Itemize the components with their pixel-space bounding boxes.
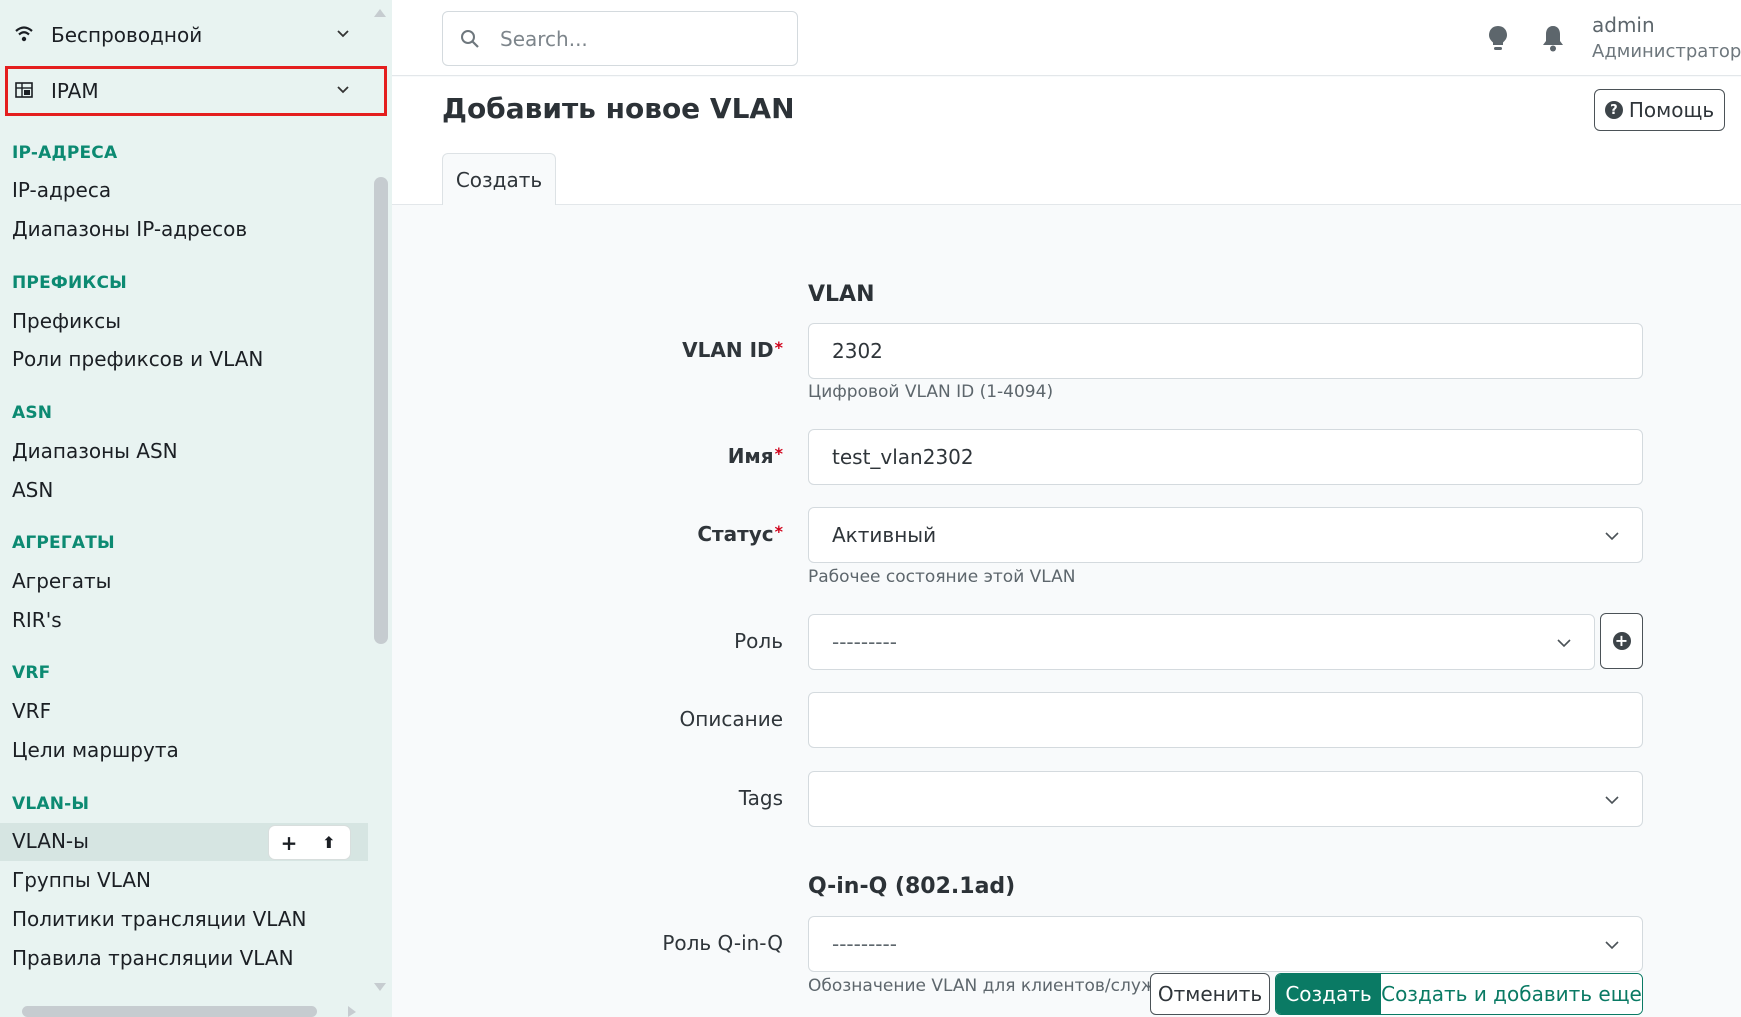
page-header: Добавить новое VLAN ? Помощь Создать [392,77,1741,205]
chevron-down-icon [1605,941,1619,950]
help-button[interactable]: ? Помощь [1594,89,1725,131]
sidebar-menu-ipam-label: IPAM [51,79,99,103]
description-field[interactable] [808,692,1643,748]
sidebar-menu-wireless-label: Беспроводной [51,23,203,47]
sidebar-section-vrf: VRF [12,663,51,683]
status-value: Активный [832,523,937,547]
tags-label: Tags [738,786,783,810]
sidebar-section-vlans: VLAN-Ы [12,794,90,814]
status-select[interactable]: Активный [808,507,1643,563]
top-header: admin Администратор [392,0,1741,76]
add-vlan-button[interactable]: + [269,826,309,859]
sidebar-item-prefixes[interactable]: Префиксы [12,309,121,333]
tags-select[interactable] [808,771,1643,827]
qinq-role-select[interactable]: --------- [808,916,1643,972]
tab-create[interactable]: Создать [442,153,556,205]
vlan-id-label: VLAN ID* [682,338,783,362]
scroll-up-arrow-icon[interactable] [372,6,388,18]
vlan-id-value: 2302 [832,339,883,363]
add-role-button[interactable]: + [1600,613,1643,669]
chevron-down-icon [1605,796,1619,805]
cancel-button[interactable]: Отменить [1150,973,1270,1015]
chevron-down-icon [337,86,349,94]
sidebar-menu-wireless[interactable]: Беспроводной [5,10,387,60]
user-name[interactable]: admin [1592,13,1655,37]
chevron-down-icon [337,30,349,38]
search-icon [461,30,479,48]
chevron-down-icon [1605,532,1619,541]
sidebar-section-aggregates: АГРЕГАТЫ [12,533,115,553]
name-label: Имя* [727,444,783,468]
form-section-vlan: VLAN [808,282,875,307]
vlan-quick-actions: + ⬆ [269,826,350,859]
sidebar-item-vlan-groups[interactable]: Группы VLAN [12,868,151,892]
ipam-table-icon [15,82,33,98]
sidebar-item-asn-ranges[interactable]: Диапазоны ASN [12,439,178,463]
search-input[interactable] [498,24,778,54]
status-help: Рабочее состояние этой VLAN [808,567,1076,587]
qinq-role-label: Роль Q-in-Q [662,931,783,955]
name-value: test_vlan2302 [832,445,974,469]
vlan-id-field[interactable]: 2302 [808,323,1643,379]
role-select[interactable]: --------- [808,614,1595,670]
submit-button-group: Создать Создать и добавить еще [1275,973,1643,1015]
page-title: Добавить новое VLAN [442,92,795,125]
main-content: admin Администратор Добавить новое VLAN … [392,0,1741,1017]
status-label: Статус* [697,522,783,546]
description-label: Описание [679,707,783,731]
plus-circle-icon: + [1612,632,1631,650]
help-button-label: Помощь [1628,98,1715,122]
scroll-down-arrow-icon[interactable] [372,982,388,994]
sidebar-item-vrfs[interactable]: VRF [12,699,51,723]
role-value: --------- [832,630,897,654]
vlan-id-help: Цифровой VLAN ID (1-4094) [808,382,1054,402]
sidebar-scrollbar-thumb[interactable] [374,177,388,644]
lightbulb-icon[interactable] [1485,24,1511,52]
sidebar-item-ip-ranges[interactable]: Диапазоны IP-адресов [12,217,247,241]
import-vlan-button[interactable]: ⬆ [309,826,349,859]
form-section-qinq: Q-in-Q (802.1ad) [808,874,1016,899]
sidebar-section-asn: ASN [12,403,53,423]
bell-icon[interactable] [1540,24,1566,52]
sidebar-menu-ipam[interactable]: IPAM [5,66,387,116]
name-field[interactable]: test_vlan2302 [808,429,1643,485]
sidebar: Беспроводной IPAM IP-АДРЕСА IP-адреса Ди… [0,0,392,1017]
chevron-down-icon [1557,639,1571,648]
qinq-role-help: Обозначение VLAN для клиентов/служб [808,976,1167,996]
global-search[interactable] [442,11,798,66]
sidebar-item-prefix-vlan-roles[interactable]: Роли префиксов и VLAN [12,347,263,371]
sidebar-item-asns[interactable]: ASN [12,478,53,502]
sidebar-horizontal-scrollbar-thumb[interactable] [22,1006,317,1017]
sidebar-section-prefixes: ПРЕФИКСЫ [12,273,127,293]
sidebar-item-aggregates[interactable]: Агрегаты [12,569,111,593]
scroll-right-arrow-icon[interactable] [346,1006,358,1017]
create-and-add-another-button[interactable]: Создать и добавить еще [1381,974,1642,1014]
sidebar-item-rirs[interactable]: RIR's [12,608,62,632]
role-label: Роль [734,629,783,653]
create-button[interactable]: Создать [1276,974,1381,1014]
sidebar-item-ip-addresses[interactable]: IP-адреса [12,178,111,202]
sidebar-item-vlan-translation-policies[interactable]: Политики трансляции VLAN [12,907,307,931]
sidebar-item-vlans[interactable]: VLAN-ы [12,829,89,853]
sidebar-item-vlan-translation-rules[interactable]: Правила трансляции VLAN [12,946,294,970]
wifi-icon [15,26,33,42]
qinq-role-value: --------- [832,932,897,956]
sidebar-item-route-targets[interactable]: Цели маршрута [12,738,179,762]
user-role: Администратор [1592,41,1741,62]
question-circle-icon: ? [1604,101,1623,119]
sidebar-section-ip-addresses: IP-АДРЕСА [12,143,118,163]
